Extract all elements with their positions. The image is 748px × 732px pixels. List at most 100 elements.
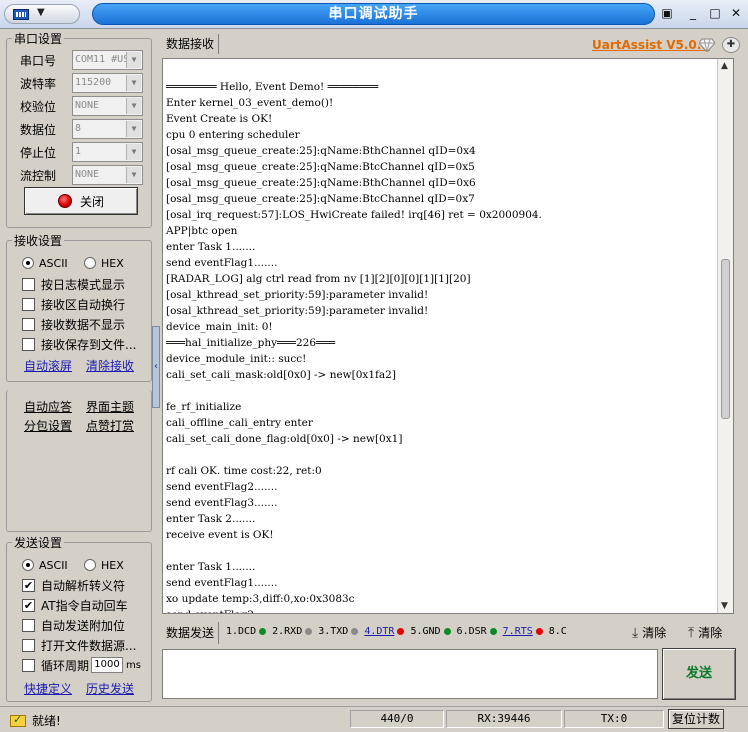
flow-select[interactable]: NONE ▼ bbox=[72, 165, 143, 185]
serial-port-icon bbox=[13, 9, 29, 20]
auto-scroll-link[interactable]: 自动滚屏 bbox=[24, 357, 72, 374]
recv-settings-label: 接收设置 bbox=[14, 234, 63, 248]
chevron-down-icon: ▼ bbox=[126, 75, 141, 91]
pin-status[interactable]: 7.RTS bbox=[503, 626, 543, 637]
status-dot-icon bbox=[351, 628, 359, 635]
recv-hex-radio[interactable]: HEX bbox=[84, 254, 124, 272]
status-dot-icon bbox=[535, 628, 543, 635]
status-bar: 就绪! 440/0 RX:39446 TX:0 复位计数 bbox=[0, 706, 748, 730]
chevron-down-icon: ▼ bbox=[126, 144, 141, 160]
parity-label: 校验位 bbox=[20, 99, 57, 114]
theme-link[interactable]: 界面主题 bbox=[86, 398, 134, 415]
recv-ascii-radio[interactable]: ASCII bbox=[22, 254, 68, 272]
send-settings-label: 发送设置 bbox=[14, 536, 63, 550]
tweet-link[interactable]: 点赞打赏 bbox=[86, 417, 134, 434]
parity-select[interactable]: NONE ▼ bbox=[72, 96, 143, 116]
escape-checkbox[interactable]: ✔ 自动解析转义符 bbox=[22, 576, 125, 594]
recv-line: [osal_kthread_set_priority:59]:parameter… bbox=[166, 305, 429, 317]
pin-status: 6.DSR bbox=[457, 626, 497, 637]
recv-line: send eventFlag3....... bbox=[166, 497, 278, 509]
auto-reply-link[interactable]: 自动应答 bbox=[24, 398, 72, 415]
recv-line: [osal_msg_queue_create:25]:qName:BthChan… bbox=[166, 177, 476, 189]
chevron-down-icon: ▼ bbox=[37, 7, 45, 18]
help-icon[interactable]: ✚ bbox=[722, 37, 740, 53]
period-input[interactable]: 1000 bbox=[91, 657, 124, 673]
status-dot-icon bbox=[443, 628, 451, 635]
databits-select[interactable]: 8 ▼ bbox=[72, 119, 143, 139]
file-source-checkbox[interactable]: 打开文件数据源... bbox=[22, 636, 136, 654]
recv-line: device_module_init:: succ! bbox=[166, 353, 307, 365]
baud-row: 波特率 115200 ▼ bbox=[20, 73, 143, 93]
recv-line: send eventFlag1....... bbox=[166, 257, 278, 269]
send-ascii-radio[interactable]: ASCII bbox=[22, 556, 68, 574]
diamond-icon[interactable] bbox=[699, 38, 715, 52]
loop-period-checkbox[interactable]: 循环周期 1000 ms bbox=[22, 656, 141, 674]
pin-status: 8.C bbox=[548, 626, 567, 637]
scroll-thumb[interactable] bbox=[721, 259, 730, 419]
packet-link[interactable]: 分包设置 bbox=[24, 417, 72, 434]
recv-line: ════════ Hello, Event Demo! ════════ bbox=[166, 81, 379, 93]
recv-line: xo update temp:3,diff:0,xo:0x3083c bbox=[166, 593, 355, 605]
close-window-button[interactable]: ✕ bbox=[729, 7, 743, 21]
period-unit: ms bbox=[126, 659, 141, 671]
send-hex-radio[interactable]: HEX bbox=[84, 556, 124, 574]
recv-line bbox=[166, 447, 542, 463]
title-bar: ▼ 串口调试助手 ▣ _ □ ✕ bbox=[0, 0, 748, 29]
databits-row: 数据位 8 ▼ bbox=[20, 119, 143, 139]
send-textarea[interactable] bbox=[162, 649, 658, 699]
append-bit-checkbox[interactable]: 自动发送附加位 bbox=[22, 616, 125, 634]
recv-line: cali_set_cali_mask:old[0x0] -> new[0x1fa… bbox=[166, 369, 396, 381]
close-port-button[interactable]: 关闭 bbox=[24, 187, 138, 215]
recv-wrap-checkbox[interactable]: 接收区自动换行 bbox=[22, 295, 125, 313]
reset-count-button[interactable]: 复位计数 bbox=[668, 709, 724, 729]
rx-cell: RX:39446 bbox=[446, 710, 562, 728]
clear-recv-link[interactable]: 清除接收 bbox=[86, 357, 134, 374]
brand-link[interactable]: UartAssist V5.0.1 bbox=[592, 38, 710, 52]
status-dot-icon bbox=[305, 628, 313, 635]
status-dot-icon bbox=[259, 628, 267, 635]
databits-label: 数据位 bbox=[20, 122, 57, 137]
log-mode-checkbox[interactable]: 按日志模式显示 bbox=[22, 275, 125, 293]
pin-status: 1.DCD bbox=[226, 626, 267, 637]
baud-label: 波特率 bbox=[20, 76, 57, 91]
chevron-down-icon: ▼ bbox=[126, 121, 141, 137]
shortcut-link[interactable]: 快捷定义 bbox=[24, 680, 72, 697]
recv-line: cali_offline_cali_entry enter bbox=[166, 417, 313, 429]
stopbits-row: 停止位 1 ▼ bbox=[20, 142, 143, 162]
checkmark-icon: ✔ bbox=[22, 598, 35, 612]
baud-select[interactable]: 115200 ▼ bbox=[72, 73, 143, 93]
stopbits-select[interactable]: 1 ▼ bbox=[72, 142, 143, 162]
port-select[interactable]: COM11 #US ▼ bbox=[72, 50, 143, 70]
arrow-down-icon: ⤓ bbox=[632, 624, 639, 641]
collapse-panel-button[interactable]: ‹ bbox=[152, 326, 160, 408]
at-cr-checkbox[interactable]: ✔ AT指令自动回车 bbox=[22, 596, 128, 614]
recv-hide-checkbox[interactable]: 接收数据不显示 bbox=[22, 315, 125, 333]
history-link[interactable]: 历史发送 bbox=[86, 680, 134, 697]
send-button[interactable]: 发送 bbox=[662, 648, 736, 700]
recv-scrollbar[interactable]: ▲ ▼ bbox=[717, 59, 733, 613]
pin-status[interactable]: 4.DTR bbox=[364, 626, 405, 637]
tab-send[interactable]: 数据发送 bbox=[162, 622, 220, 644]
system-menu[interactable]: ▼ bbox=[4, 4, 80, 24]
arrow-up-icon: ⤒ bbox=[688, 624, 695, 641]
clear-recv-button[interactable]: ⤓ 清除 bbox=[632, 624, 666, 641]
recv-line: receive event is OK! bbox=[166, 529, 274, 541]
recv-textarea[interactable]: ════════ Hello, Event Demo! ════════ Ente… bbox=[162, 58, 734, 614]
status-dot-icon bbox=[489, 628, 497, 635]
minimize-button[interactable]: _ bbox=[686, 7, 700, 21]
recv-save-checkbox[interactable]: 接收保存到文件... bbox=[22, 335, 136, 353]
clear-send-button[interactable]: ⤒ 清除 bbox=[688, 624, 722, 641]
maximize-button[interactable]: □ bbox=[708, 7, 722, 21]
stopbits-label: 停止位 bbox=[20, 145, 57, 160]
tab-recv[interactable]: 数据接收 bbox=[162, 34, 220, 54]
scroll-down-icon[interactable]: ▼ bbox=[721, 601, 728, 611]
scroll-up-icon[interactable]: ▲ bbox=[721, 61, 728, 71]
pin-status: 3.TXD bbox=[318, 626, 359, 637]
recv-line: enter Task 2....... bbox=[166, 513, 256, 525]
recv-line: cali_set_cali_done_flag:old[0x0] -> new[… bbox=[166, 433, 403, 445]
port-row: 串口号 COM11 #US ▼ bbox=[20, 50, 143, 70]
port-label: 串口号 bbox=[20, 53, 57, 68]
pin-icon[interactable]: ▣ bbox=[660, 7, 674, 21]
recv-line: [RADAR_LOG] alg ctrl read from nv [1][2]… bbox=[166, 273, 471, 285]
parity-row: 校验位 NONE ▼ bbox=[20, 96, 143, 116]
